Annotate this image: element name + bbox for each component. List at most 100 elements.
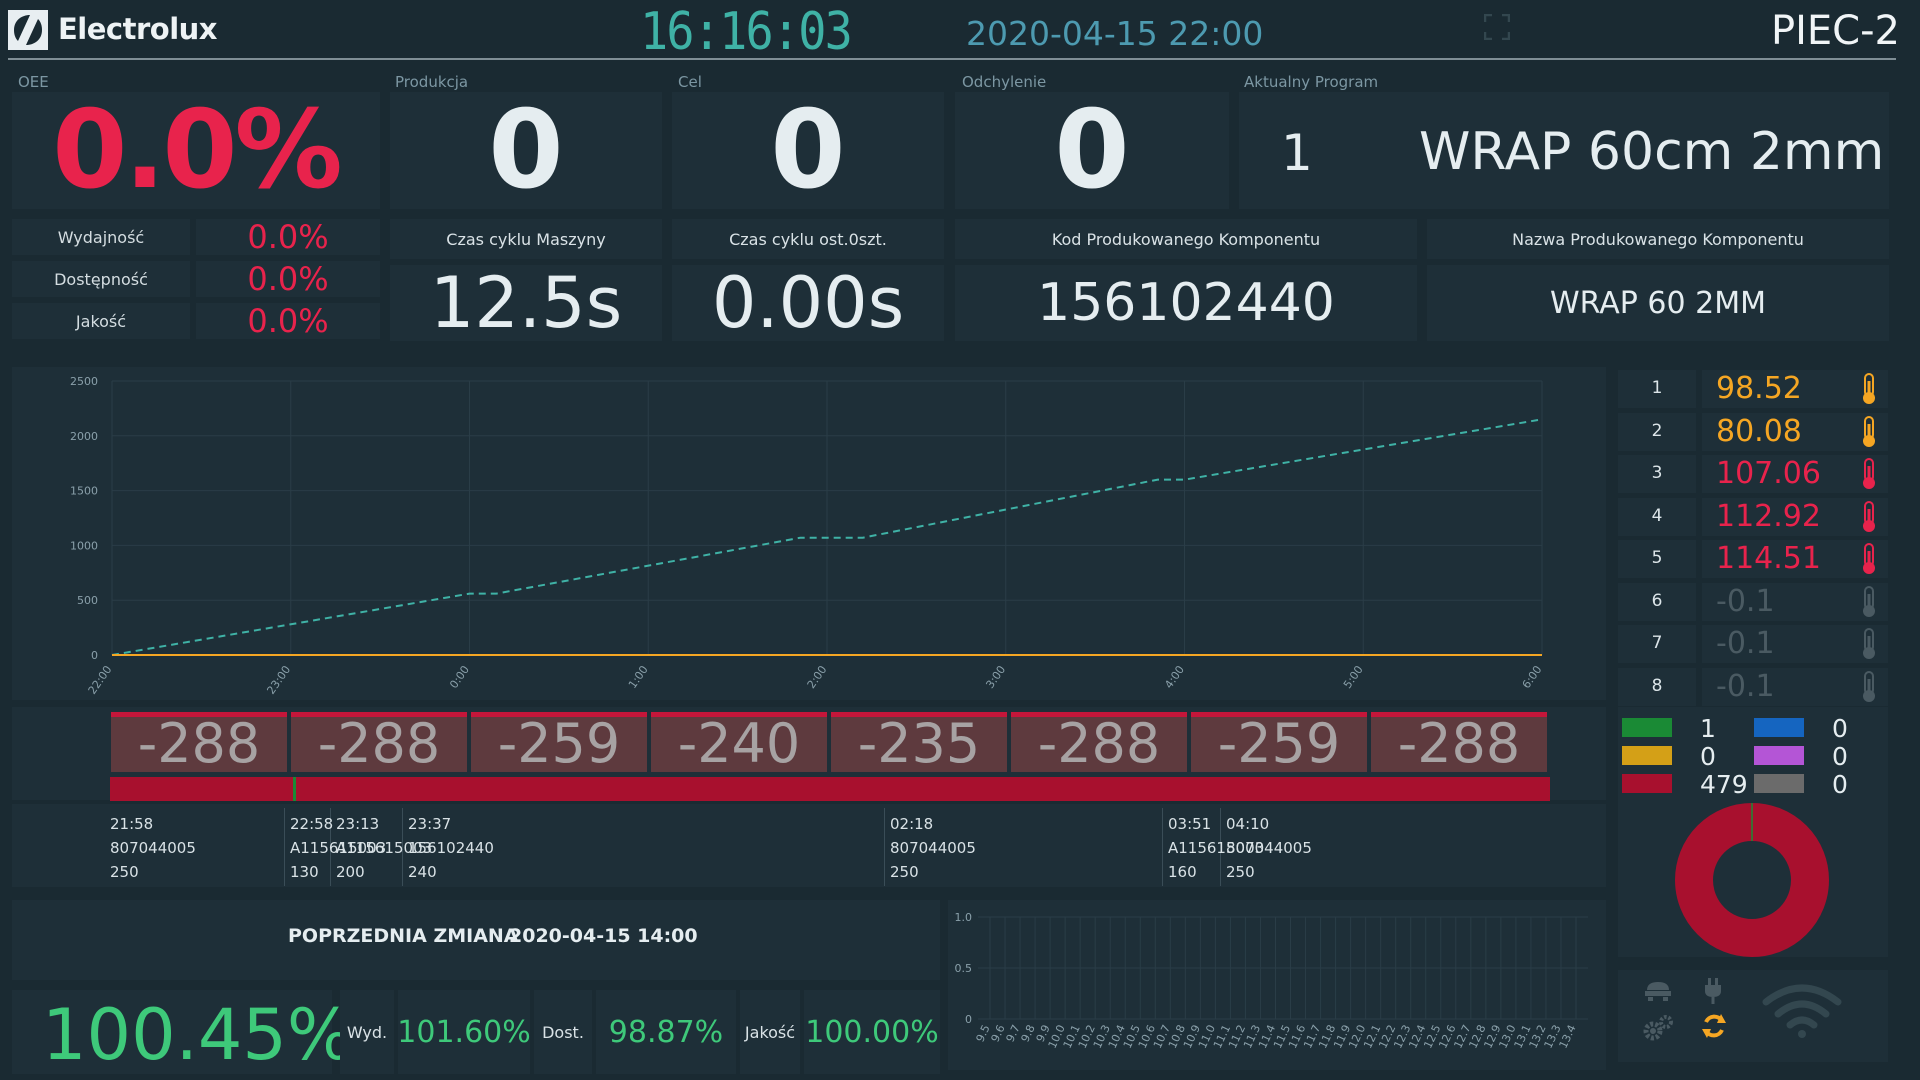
order-qty: 250 [1226,863,1255,881]
oee-label: OEE [18,73,49,91]
prev-quality-label: Jakość [744,1022,796,1042]
status-timeline-marker [293,777,296,801]
order-time: 23:37 [408,815,452,833]
temp-index: 3 [1651,463,1663,483]
legend-swatch [1754,746,1804,765]
previous-shift-title: POPRZEDNIA ZMIANA [288,925,519,947]
deviation-box: -288 [1011,712,1187,772]
orders-separator [884,808,885,886]
order-time: 04:10 [1226,815,1270,833]
order-code: 807044005 [1226,839,1312,857]
prev-perf-value-cell: 101.60% [397,990,531,1074]
performance-label: Wydajność [57,227,145,247]
legend-swatch [1622,718,1672,737]
plug-icon [1705,978,1721,1004]
legend-swatch [1754,718,1804,737]
thermometer-icon [1863,670,1875,702]
orders-panel [12,804,1606,887]
gears-icon [1643,1015,1673,1041]
temp-value: -0.1 [1716,583,1775,619]
previous-shift-date: 2020-04-15 14:00 [509,925,698,947]
sync-icon [1702,1014,1726,1038]
deviation-box: -240 [651,712,827,772]
component-name-label: Nazwa Produkowanego Komponentu [1512,229,1804,249]
electrolux-logo-icon [8,10,48,50]
chart-ytick-label: 2500 [70,375,98,388]
deviation-box: -235 [831,712,1007,772]
quality-value: 0.0% [247,302,329,340]
deviation-label: Odchylenie [962,73,1047,91]
thermometer-icon [1863,500,1875,532]
order-code: 156102440 [408,839,494,857]
chart-xtick-label: 6:00 [1520,663,1545,691]
order-entry[interactable]: 21:58 807044005 250 [110,812,196,884]
prev-avail-label-cell: Dost. [534,990,592,1074]
performance-label-cell: Wydajność [12,219,190,255]
temp-value: -0.1 [1716,668,1775,704]
previous-shift-header-panel: POPRZEDNIA ZMIANA 2020-04-15 14:00 [12,900,940,980]
chart-xtick-label: 23:00 [264,663,293,696]
previous-oee-panel: 100.45% [12,990,353,1076]
temp-index: 1 [1651,378,1663,398]
order-entry[interactable]: 23:37 156102440 240 [408,812,494,884]
chart-xtick-label: 5:00 [1341,663,1366,691]
prev-quality-value: 100.00% [805,1014,939,1050]
mini-xtick-label: 9.6 [989,1023,1008,1044]
previous-oee-value: 100.45% [42,994,354,1076]
program-panel: 1 WRAP 60cm 2mm [1239,92,1889,209]
temp-value: 114.51 [1716,541,1821,576]
clock: 16:16:03 [640,2,853,62]
legend-count: 479 [1700,770,1748,799]
availability-label-cell: Dostępność [12,261,190,297]
order-entry[interactable]: 04:10 807044005 250 [1226,812,1312,884]
chart-ytick-label: 1000 [70,539,98,552]
chart-ytick-label: 500 [77,594,98,607]
deviation-box: -259 [1191,712,1367,772]
chart-xtick-label: 3:00 [983,663,1008,691]
machine-cycle-label: Czas cyklu Maszyny [446,229,606,249]
mini-xtick-label: 9.8 [1019,1023,1038,1044]
cycle-histogram: 1.00.509.59.69.79.89.910.010.110.210.310… [955,911,1588,1050]
production-value: 0 [488,88,564,213]
chart-xtick-label: 22:00 [86,663,115,696]
order-code: 807044005 [110,839,196,857]
orders-separator [284,808,285,886]
temp-value: 98.52 [1716,371,1802,406]
last-cycle-value: 0.00s [711,262,905,344]
last-cycle-label: Czas cyklu ost.0szt. [729,229,887,249]
oee-panel: 0.0% [12,88,380,213]
prev-perf-label-cell: Wyd. [340,990,394,1074]
legend-swatch [1754,774,1804,793]
thermometer-icon [1863,585,1875,617]
header-divider [8,58,1896,60]
prev-perf-label: Wyd. [346,1022,388,1042]
order-qty: 240 [408,863,437,881]
production-chart: 0 500 1000 1500 2000 2500 22:00 23:00 0:00 1:00 2:… [70,375,1545,697]
production-panel: 0 [390,88,662,213]
chart-ytick-label: 2000 [70,430,98,443]
machine-cycle-panel: 12.5s [390,262,662,344]
thermometer-icon [1863,628,1875,659]
chart-xtick-label: 1:00 [626,663,651,691]
connection-status-panel [1618,970,1888,1062]
last-cycle-header: Czas cyklu ost.0szt. [672,219,944,259]
chart-xtick-label: 4:00 [1162,663,1187,691]
performance-value: 0.0% [247,218,329,256]
machine-cycle-header: Czas cyklu Maszyny [390,219,662,259]
quality-value-cell: 0.0% [196,302,380,340]
expand-icon[interactable] [1483,13,1511,41]
component-code-header: Kod Produkowanego Komponentu [955,219,1417,259]
order-code: 807044005 [890,839,976,857]
target-label: Cel [678,73,702,91]
order-entry[interactable]: 02:18 807044005 250 [890,812,976,884]
deviation-box: -288 [1371,712,1547,772]
order-qty: 250 [890,863,919,881]
chart-ytick-label: 1500 [70,485,98,498]
prev-avail-value: 98.87% [608,1014,724,1050]
legend-swatch [1622,746,1672,765]
temp-index: 2 [1651,420,1663,441]
prev-quality-label-cell: Jakość [740,990,800,1074]
quality-label: Jakość [75,311,127,331]
quality-label-cell: Jakość [12,303,190,339]
performance-value-cell: 0.0% [196,218,380,256]
